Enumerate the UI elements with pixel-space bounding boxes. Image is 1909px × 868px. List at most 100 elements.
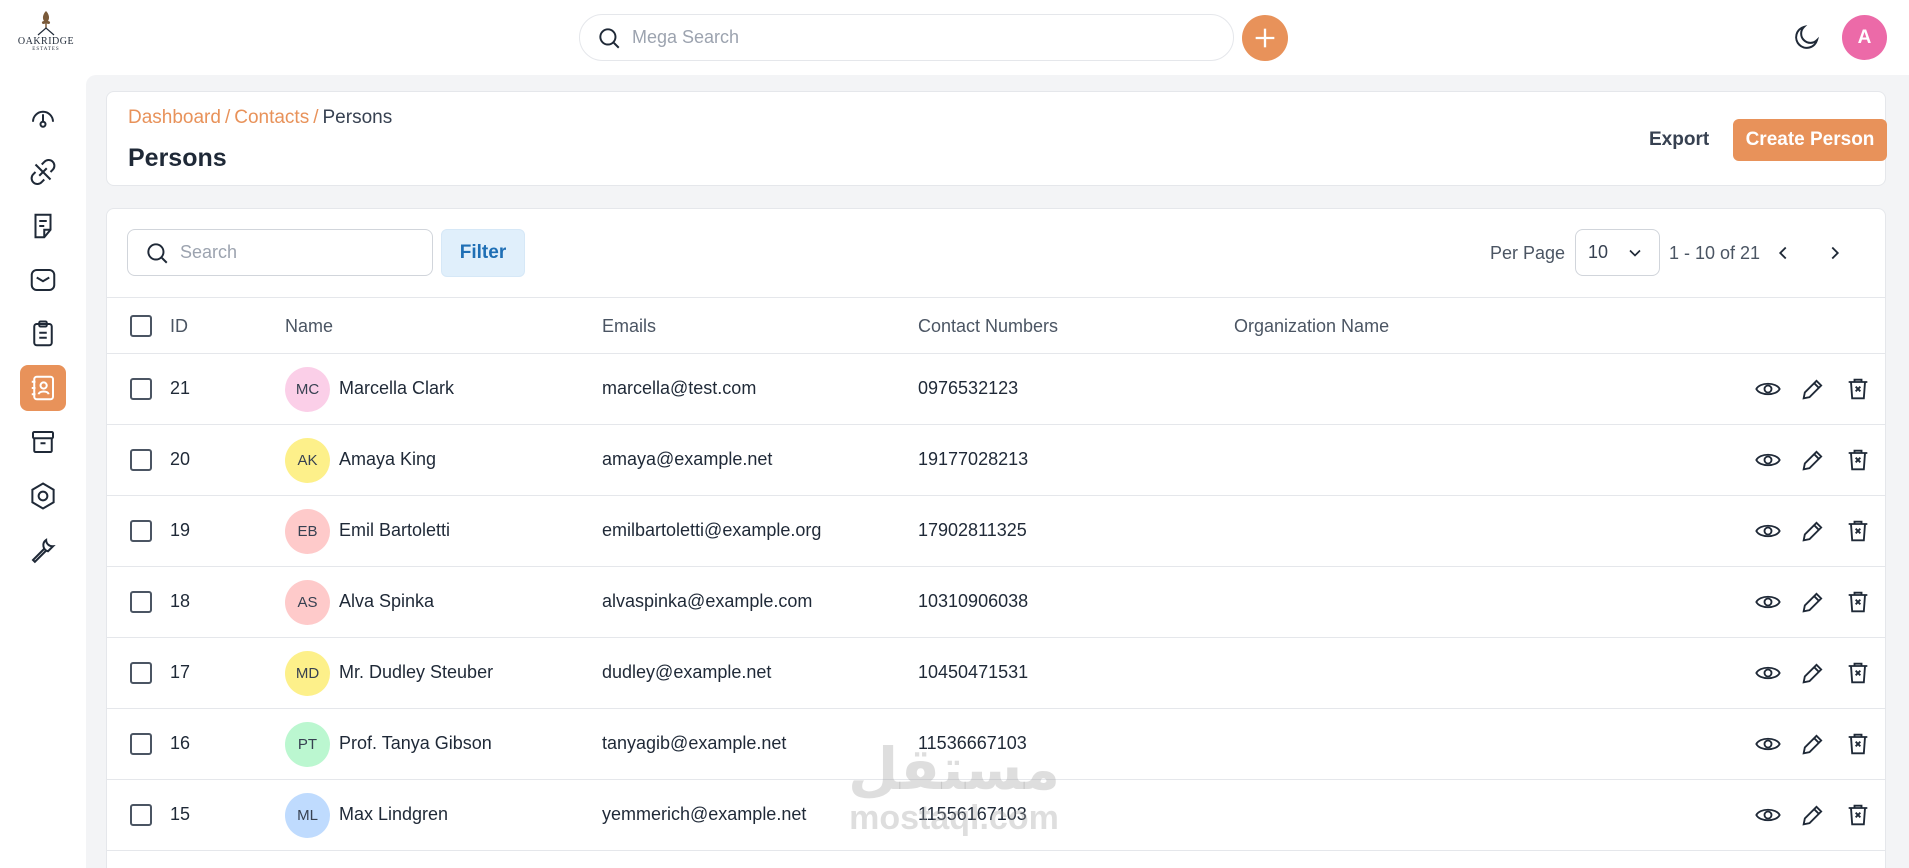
cell-name[interactable]: Max Lindgren	[339, 804, 448, 825]
sidebar-item-dashboard[interactable]	[20, 95, 66, 141]
sidebar-item-activities[interactable]	[20, 311, 66, 357]
cell-name[interactable]: Emil Bartoletti	[339, 520, 450, 541]
quick-create-button[interactable]	[1242, 15, 1288, 61]
row-checkbox[interactable]	[130, 662, 152, 684]
cell-contact-number: 10310906038	[918, 591, 1029, 611]
column-header-emails[interactable]: Emails	[602, 316, 656, 337]
cell-name[interactable]: Amaya King	[339, 449, 436, 470]
edit-icon[interactable]	[1798, 374, 1828, 404]
sidebar-item-configuration[interactable]	[20, 527, 66, 573]
person-avatar: PT	[285, 722, 330, 767]
chevron-down-icon	[1629, 249, 1641, 257]
row-checkbox[interactable]	[130, 449, 152, 471]
next-page-button[interactable]	[1821, 239, 1849, 267]
delete-icon[interactable]	[1843, 800, 1873, 830]
table-row[interactable]: 17 MD Mr. Dudley Steuber dudley@example.net…	[107, 638, 1885, 709]
column-header-organization[interactable]: Organization Name	[1234, 316, 1389, 337]
view-icon[interactable]	[1753, 587, 1783, 617]
cell-contact-number: 0976532123	[918, 378, 1019, 398]
breadcrumb-current: Persons	[322, 107, 393, 128]
table-header: ID Name Emails Contact Numbers Organizat…	[107, 297, 1885, 354]
edit-icon[interactable]	[1798, 800, 1828, 830]
cell-id: 18	[170, 591, 191, 611]
document-icon	[34, 213, 52, 239]
cell-contact-number: 10450471531	[918, 662, 1029, 682]
clipboard-icon	[33, 320, 53, 347]
oak-tree-icon	[37, 11, 55, 36]
person-avatar: AS	[285, 580, 330, 625]
archive-icon	[32, 431, 54, 453]
create-person-button[interactable]: Create Person	[1733, 119, 1887, 161]
edit-icon[interactable]	[1798, 658, 1828, 688]
select-all-checkbox[interactable]	[130, 315, 152, 337]
chevron-left-icon	[1778, 246, 1787, 260]
cell-name[interactable]: Mr. Dudley Steuber	[339, 662, 493, 683]
row-checkbox[interactable]	[130, 804, 152, 826]
per-page-value: 10	[1588, 242, 1609, 262]
sidebar-item-quotes[interactable]	[20, 203, 66, 249]
wrench-icon	[31, 538, 56, 564]
row-checkbox[interactable]	[130, 733, 152, 755]
sidebar-item-contacts[interactable]	[20, 365, 66, 411]
delete-icon[interactable]	[1843, 516, 1873, 546]
cell-id: 20	[170, 449, 191, 469]
view-icon[interactable]	[1753, 658, 1783, 688]
top-bar: OAKRIDGE ESTATES A	[0, 0, 1909, 75]
column-header-name[interactable]: Name	[285, 316, 333, 337]
view-icon[interactable]	[1753, 516, 1783, 546]
table-search[interactable]	[127, 229, 433, 276]
row-checkbox[interactable]	[130, 591, 152, 613]
user-avatar[interactable]: A	[1842, 15, 1887, 60]
export-button[interactable]: Export	[1637, 120, 1721, 160]
view-icon[interactable]	[1753, 445, 1783, 475]
person-avatar: EB	[285, 509, 330, 554]
row-checkbox[interactable]	[130, 520, 152, 542]
brand-logo[interactable]: OAKRIDGE ESTATES	[18, 10, 74, 66]
delete-icon[interactable]	[1843, 374, 1873, 404]
mega-search-input[interactable]	[632, 27, 1192, 48]
table-row[interactable]: 21 MC Marcella Clark marcella@test.com 09765…	[107, 354, 1885, 425]
settings-icon	[31, 482, 55, 510]
view-icon[interactable]	[1753, 800, 1783, 830]
previous-page-button[interactable]	[1769, 239, 1797, 267]
cell-email: alvaspinka@example.com	[602, 591, 813, 611]
delete-icon[interactable]	[1843, 658, 1873, 688]
per-page-select[interactable]: 10	[1575, 229, 1660, 276]
table-search-input[interactable]	[180, 242, 420, 263]
edit-icon[interactable]	[1798, 516, 1828, 546]
sidebar-item-settings[interactable]	[20, 473, 66, 519]
cell-id: 21	[170, 378, 191, 398]
sidebar-item-leads[interactable]	[20, 149, 66, 195]
breadcrumb-contacts[interactable]: Contacts	[234, 107, 309, 128]
cell-name[interactable]: Marcella Clark	[339, 378, 454, 399]
table-row[interactable]: 20 AK Amaya King amaya@example.net 191770282…	[107, 425, 1885, 496]
cell-name[interactable]: Alva Spinka	[339, 591, 434, 612]
cell-email: marcella@test.com	[602, 378, 757, 398]
breadcrumb-dashboard[interactable]: Dashboard	[128, 107, 221, 128]
plus-icon	[1255, 28, 1275, 48]
sidebar-item-mail[interactable]	[20, 257, 66, 303]
delete-icon[interactable]	[1843, 729, 1873, 759]
sidebar-item-products[interactable]	[20, 419, 66, 465]
filter-button[interactable]: Filter	[441, 229, 525, 277]
cell-email: emilbartoletti@example.org	[602, 520, 822, 540]
person-avatar: MD	[285, 651, 330, 696]
mega-search[interactable]	[579, 14, 1234, 61]
column-header-id[interactable]: ID	[170, 316, 188, 337]
edit-icon[interactable]	[1798, 729, 1828, 759]
row-checkbox[interactable]	[130, 378, 152, 400]
delete-icon[interactable]	[1843, 587, 1873, 617]
cell-name[interactable]: Prof. Tanya Gibson	[339, 733, 492, 754]
table-row[interactable]: 19 EB Emil Bartoletti emilbartoletti@exampl…	[107, 496, 1885, 567]
view-icon[interactable]	[1753, 374, 1783, 404]
edit-icon[interactable]	[1798, 587, 1828, 617]
delete-icon[interactable]	[1843, 445, 1873, 475]
moon-icon[interactable]	[1792, 22, 1822, 52]
edit-icon[interactable]	[1798, 445, 1828, 475]
cell-id: 19	[170, 520, 191, 540]
cell-email: tanyagib@example.net	[602, 733, 787, 753]
column-header-contact-numbers[interactable]: Contact Numbers	[918, 316, 1058, 337]
table-row[interactable]: 18 AS Alva Spinka alvaspinka@example.com 103…	[107, 567, 1885, 638]
view-icon[interactable]	[1753, 729, 1783, 759]
person-avatar: AK	[285, 438, 330, 483]
